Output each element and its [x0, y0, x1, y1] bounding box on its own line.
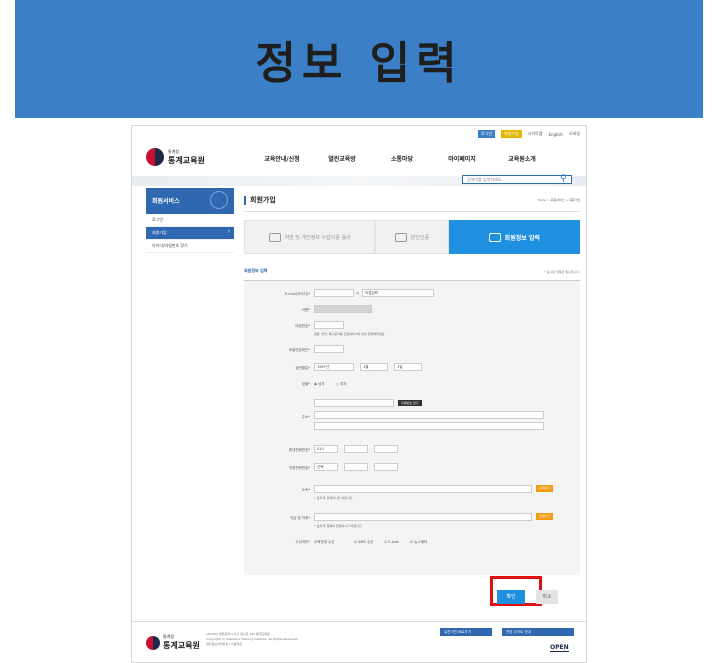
join-link[interactable]: 회원가입: [501, 130, 522, 138]
password-confirm-field[interactable]: [314, 345, 344, 353]
footer-logo-big: 통계교육원: [163, 641, 200, 650]
embedded-page: 로그인 회원가입 사이트맵 English 모바일 통계청 통계교육원 교육안내…: [131, 125, 587, 663]
nav-item-mypage[interactable]: 마이페이지: [432, 154, 492, 163]
phone-prefix-select[interactable]: 선택: [314, 463, 338, 471]
search-icon[interactable]: ⚲: [560, 174, 567, 184]
sidebar-title: 회원서비스: [152, 198, 180, 205]
site-logo[interactable]: 통계청 통계교육원: [146, 148, 205, 166]
name-field: [314, 305, 372, 313]
phone-middle-field[interactable]: [344, 463, 368, 471]
receive-label-text: 교육안내 수신: [314, 540, 335, 544]
position-label: 직급 및 직위*: [289, 516, 310, 520]
cancel-button[interactable]: 취소: [536, 590, 558, 604]
nav-item-community[interactable]: 소통마당: [372, 154, 432, 163]
password-label: 비밀번호*: [295, 324, 310, 328]
member-info-form: E-mail(아이디)* @ 직접입력 이름* 비밀번호* 영문, 숫자, 특수…: [244, 280, 580, 575]
birth-month-select[interactable]: 1월: [360, 363, 388, 371]
org-search-button[interactable]: 검색하기: [536, 485, 554, 492]
birth-label: 생년월일*: [295, 366, 310, 370]
phone-last-field[interactable]: [374, 463, 398, 471]
document-icon: [268, 232, 281, 242]
mobile-prefix-select[interactable]: 010: [314, 445, 338, 453]
org-hint: * 검색 후 선택하시기 바랍니다.: [314, 496, 354, 500]
password-field[interactable]: [314, 321, 344, 329]
confirm-button[interactable]: 확인: [497, 590, 525, 604]
sidebar-header: 회원서비스: [146, 188, 234, 214]
step-agreement: 약관 및 개인정보 수집이용 동의: [244, 220, 376, 254]
password-hint: 영문, 숫자, 특수문자를 조합하여 8자 이상 입력해주세요.: [314, 332, 386, 336]
phone-icon: [394, 232, 407, 242]
english-link[interactable]: English: [549, 132, 563, 137]
password-confirm-label: 비밀번호확인*: [288, 348, 310, 352]
site-footer: 통계청 통계교육원 (35220) 대전광역시 서구 청사로 189 통계교육원…: [132, 621, 586, 662]
required-note: * 표시된 항목은 필수입니다.: [544, 270, 580, 274]
sidebar-decoration-icon: [210, 191, 228, 209]
main-content: 회원가입 Home > 회원서비스 > 회원가입 약관 및 개인정보 수집이용 …: [244, 196, 580, 575]
footer-policy-links[interactable]: 개인정보처리방침 | 이용약관: [206, 642, 298, 647]
banner-title: 정보 입력: [255, 38, 463, 89]
footer-text: (35220) 대전광역시 서구 청사로 189 통계교육원 Copyright…: [206, 632, 298, 647]
step-verification: 본인인증: [375, 220, 449, 254]
step-member-info: 회원정보 입력: [448, 220, 580, 254]
birth-day-select[interactable]: 1일: [394, 363, 422, 371]
title-banner: 정보 입력: [15, 0, 703, 118]
mobile-label: 휴대전화번호*: [288, 448, 310, 452]
sitemap-link[interactable]: 사이트맵: [528, 131, 543, 137]
emblem-icon: [146, 148, 164, 166]
zipcode-search-button[interactable]: 우편번호 찾기: [398, 400, 422, 406]
position-search-button[interactable]: 검색하기: [536, 513, 554, 520]
nav-item-education[interactable]: 교육안내/신청: [252, 154, 312, 163]
site-header: 통계청 통계교육원 교육안내/신청 열린교육방 소통마당 마이페이지 교육원소개: [132, 142, 586, 176]
org-field[interactable]: [314, 485, 532, 493]
mobile-link[interactable]: 모바일: [569, 131, 580, 137]
footer-logo: 통계청 통계교육원: [146, 634, 200, 651]
breadcrumb: Home > 회원서비스 > 회원가입: [537, 198, 580, 202]
gender-male-radio[interactable]: ◉ 남자: [314, 382, 325, 387]
address-field-2[interactable]: [314, 422, 544, 430]
nav-item-open-room[interactable]: 열린교육방: [312, 154, 372, 163]
mobile-last-field[interactable]: [374, 445, 398, 453]
global-nav: 교육안내/신청 열린교육방 소통마당 마이페이지 교육원소개: [252, 154, 552, 163]
open-badge: OPEN: [550, 644, 569, 652]
sidebar-item-join[interactable]: 회원가입: [146, 227, 234, 240]
step-member-info-label: 회원정보 입력: [504, 234, 540, 242]
related-org-select[interactable]: 유관기관 바로가기: [440, 628, 492, 636]
login-link[interactable]: 로그인: [477, 130, 496, 138]
email-id-field[interactable]: [314, 289, 354, 297]
top-utility-bar: 로그인 회원가입 사이트맵 English 모바일: [477, 130, 580, 138]
signup-steps: 약관 및 개인정보 수집이용 동의 본인인증 회원정보 입력: [244, 220, 580, 254]
search-input[interactable]: 검색어를 입력하세요.: [462, 175, 572, 184]
position-hint: * 검색 후 정확히 입력하시기 바랍니다.: [314, 524, 363, 528]
sidebar-item-login[interactable]: 로그인: [146, 214, 234, 227]
email-label: E-mail(아이디)*: [284, 292, 310, 296]
receive-label: 수신여부*: [295, 540, 310, 544]
birth-year-select[interactable]: 1987년: [314, 363, 354, 371]
org-label: 소속*: [301, 488, 310, 492]
position-field[interactable]: [314, 513, 532, 521]
email-domain-select[interactable]: 직접입력: [362, 289, 434, 297]
gender-label: 성별*: [301, 382, 310, 386]
related-site-select[interactable]: 관련 사이트 안내: [502, 628, 574, 636]
gender-female-radio[interactable]: ○ 여자: [336, 382, 347, 387]
emblem-icon: [146, 635, 160, 650]
page-title: 회원가입: [244, 196, 580, 205]
step-verification-label: 본인인증: [410, 234, 430, 241]
email-checkbox[interactable]: ☑ E-mail: [384, 540, 399, 544]
address-label: 주소*: [301, 415, 310, 419]
sidebar-item-find-account[interactable]: 아이디/비밀번호 찾기: [146, 240, 234, 253]
zipcode-field[interactable]: [314, 399, 394, 407]
sms-checkbox[interactable]: ☑ SMS 수신: [354, 540, 373, 545]
address-field-1[interactable]: [314, 411, 544, 419]
step-agreement-label: 약관 및 개인정보 수집이용 동의: [284, 234, 351, 241]
nav-item-about[interactable]: 교육원소개: [492, 154, 552, 163]
phone-label: 직장전화번호*: [288, 466, 310, 470]
user-card-icon: [488, 232, 501, 242]
newsletter-checkbox[interactable]: ☑ 뉴스레터: [410, 540, 427, 545]
sidebar: 회원서비스 로그인 회원가입 아이디/비밀번호 찾기: [146, 188, 234, 253]
logo-big-text: 통계교육원: [168, 155, 205, 165]
name-label: 이름*: [301, 308, 310, 312]
mobile-middle-field[interactable]: [344, 445, 368, 453]
